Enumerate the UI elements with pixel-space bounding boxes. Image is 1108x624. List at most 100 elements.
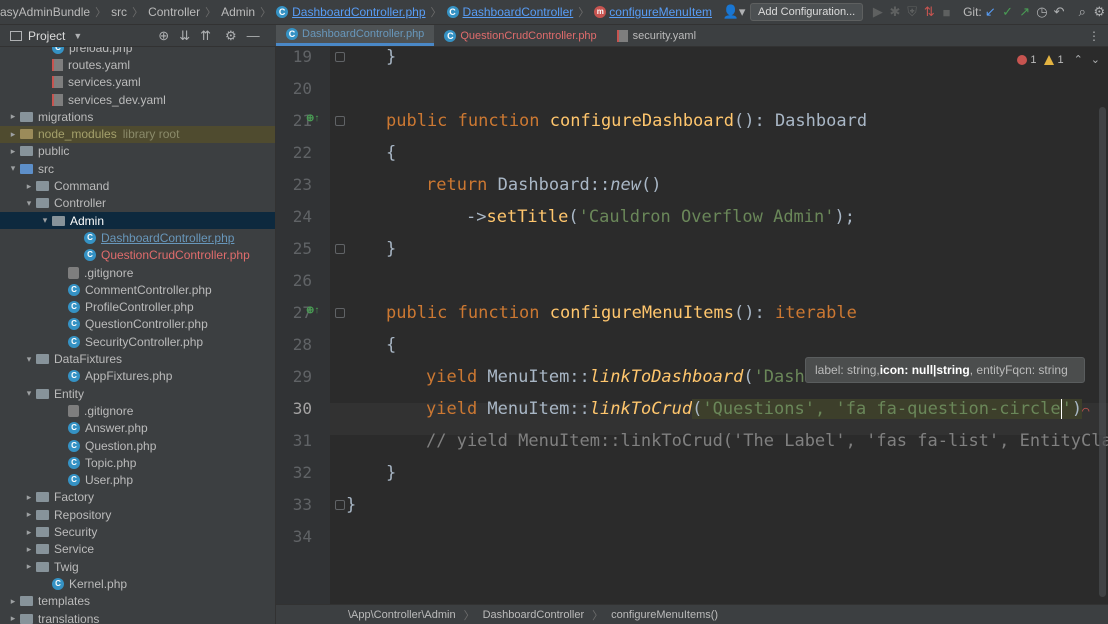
breadcrumb-class[interactable]: DashboardController	[483, 609, 585, 621]
chevron-right-icon[interactable]: ▸	[6, 129, 20, 140]
fold-marker-icon[interactable]	[335, 500, 345, 510]
tree-item[interactable]: routes.yaml	[0, 56, 275, 73]
tree-item[interactable]: C Kernel.php	[0, 575, 275, 592]
profile-icon[interactable]: ⇅	[921, 2, 938, 22]
breadcrumb-controller[interactable]: Controller 〉	[148, 4, 221, 20]
tree-item[interactable]: C QuestionCrudController.php	[0, 247, 275, 264]
rollback-icon[interactable]: ↶	[1050, 2, 1067, 22]
breadcrumb-src[interactable]: src 〉	[111, 4, 148, 20]
run-icon[interactable]: ▶	[869, 2, 886, 22]
project-title[interactable]: Project	[28, 29, 65, 43]
tree-item-label: DataFixtures	[54, 352, 123, 367]
breadcrumb-project[interactable]: asyAdminBundle 〉	[0, 4, 111, 20]
chevron-down-icon[interactable]: ▾	[22, 388, 36, 399]
tree-item[interactable]: ▸ templates	[0, 593, 275, 610]
fold-marker-icon[interactable]	[335, 52, 345, 62]
debug-icon[interactable]: ✱	[886, 2, 903, 22]
locate-icon[interactable]: ⊕	[158, 28, 169, 44]
breadcrumb-class[interactable]: C DashboardController 〉	[446, 4, 595, 20]
tree-item[interactable]: ▾ Controller	[0, 195, 275, 212]
tree-item[interactable]: C Topic.php	[0, 454, 275, 471]
tree-item[interactable]: ▾ Entity	[0, 385, 275, 402]
tree-item[interactable]: ▸ node_modules library root	[0, 125, 275, 143]
tree-item[interactable]: ▸ translations	[0, 610, 275, 624]
tree-item[interactable]: C User.php	[0, 472, 275, 489]
coverage-icon[interactable]: ⛨	[904, 2, 921, 22]
tree-item[interactable]: ▾ src	[0, 160, 275, 177]
chevron-right-icon[interactable]: ▸	[22, 527, 36, 538]
history-icon[interactable]: ◷	[1033, 2, 1050, 22]
chevron-right-icon[interactable]: ▸	[22, 544, 36, 555]
tree-item[interactable]: C CommentController.php	[0, 281, 275, 298]
tree-item[interactable]: .gitignore	[0, 402, 275, 419]
tree-item[interactable]: ▸ Service	[0, 541, 275, 558]
override-method-icon[interactable]: ⊕↑	[306, 113, 322, 129]
tree-item[interactable]: C QuestionController.php	[0, 316, 275, 333]
code-editor[interactable]: 19 20 21 22 23 24 25 26 27 28 29 30 31 32 33 34 ⊕↑ ⊕↑ 1 1…	[276, 47, 1108, 604]
chevron-down-icon[interactable]: ▾	[6, 163, 20, 174]
search-icon[interactable]: ⌕	[1074, 2, 1091, 22]
tree-item[interactable]: ▾ Admin	[0, 212, 275, 230]
chevron-right-icon[interactable]: ▸	[22, 181, 36, 192]
hide-panel-icon[interactable]: —	[247, 28, 260, 43]
breadcrumb-method[interactable]: configureMenuItems()	[611, 609, 718, 621]
fold-marker-icon[interactable]	[335, 244, 345, 254]
chevron-up-icon[interactable]: ⌃	[1074, 53, 1083, 66]
chevron-down-icon[interactable]: ▼	[73, 31, 82, 41]
tree-item[interactable]: ▸ Twig	[0, 558, 275, 575]
chevron-right-icon[interactable]: ▸	[22, 509, 36, 520]
chevron-down-icon[interactable]: ▾	[38, 215, 52, 226]
git-update-icon[interactable]: ↙	[982, 2, 999, 22]
tree-item[interactable]: ▸ Factory	[0, 489, 275, 506]
more-tabs-icon[interactable]: ⋮	[1088, 25, 1108, 46]
chevron-down-icon[interactable]: ⌄	[1091, 53, 1100, 66]
tree-item[interactable]: ▸ Repository	[0, 506, 275, 523]
git-commit-icon[interactable]: ✓	[999, 2, 1016, 22]
expand-all-icon[interactable]: ⇊	[179, 28, 190, 44]
add-configuration-button[interactable]: Add Configuration...	[750, 3, 864, 21]
tree-item[interactable]: ▾ DataFixtures	[0, 350, 275, 367]
breadcrumb-namespace[interactable]: \App\Controller\Admin	[348, 609, 456, 621]
tree-item[interactable]: .gitignore	[0, 264, 275, 281]
tree-item[interactable]: ▸ migrations	[0, 108, 275, 125]
editor-tab[interactable]: C QuestionCrudController.php	[434, 25, 606, 46]
settings-icon[interactable]: ⚙	[1091, 2, 1108, 22]
tree-item[interactable]: C Answer.php	[0, 420, 275, 437]
tree-item[interactable]: C DashboardController.php	[0, 229, 275, 246]
tree-item[interactable]: services.yaml	[0, 74, 275, 91]
inspection-widget[interactable]: 1 1 ⌃ ⌄	[1017, 53, 1100, 66]
chevron-right-icon[interactable]: ▸	[6, 613, 20, 624]
crumb-label: src	[111, 5, 128, 19]
tree-item[interactable]: ▸ public	[0, 143, 275, 160]
gear-icon[interactable]: ⚙	[225, 28, 237, 44]
tree-item[interactable]: services_dev.yaml	[0, 91, 275, 108]
override-method-icon[interactable]: ⊕↑	[306, 305, 322, 321]
fold-marker-icon[interactable]	[335, 116, 345, 126]
breadcrumb-file[interactable]: C DashboardController.php 〉	[276, 4, 446, 20]
tree-item[interactable]: ▸ Command	[0, 177, 275, 194]
tree-item[interactable]: ▸ Security	[0, 523, 275, 540]
tree-item[interactable]: C Question.php	[0, 437, 275, 454]
editor-tab[interactable]: security.yaml	[607, 25, 706, 46]
chevron-down-icon[interactable]: ▾	[22, 198, 36, 209]
user-icon[interactable]: 👤▾	[723, 2, 746, 22]
chevron-right-icon[interactable]: ▸	[6, 146, 20, 157]
editor-tab[interactable]: C DashboardController.php	[276, 25, 435, 46]
chevron-right-icon[interactable]: ▸	[6, 111, 20, 122]
editor-scrollbar[interactable]	[1099, 107, 1106, 597]
line-number: 23	[292, 175, 312, 194]
tree-item[interactable]: C ProfileController.php	[0, 299, 275, 316]
stop-icon[interactable]: ■	[938, 2, 955, 22]
collapse-all-icon[interactable]: ⇈	[200, 28, 211, 44]
chevron-right-icon[interactable]: ▸	[6, 596, 20, 607]
chevron-right-icon[interactable]: ▸	[22, 561, 36, 572]
fold-marker-icon[interactable]	[335, 308, 345, 318]
breadcrumb-method[interactable]: m configureMenuItem	[594, 5, 712, 19]
tree-item[interactable]: Cpreload.php	[0, 47, 275, 56]
breadcrumb-admin[interactable]: Admin 〉	[221, 4, 276, 20]
git-push-icon[interactable]: ↗	[1016, 2, 1033, 22]
tree-item[interactable]: C AppFixtures.php	[0, 368, 275, 385]
tree-item[interactable]: C SecurityController.php	[0, 333, 275, 350]
chevron-down-icon[interactable]: ▾	[22, 354, 36, 365]
chevron-right-icon[interactable]: ▸	[22, 492, 36, 503]
